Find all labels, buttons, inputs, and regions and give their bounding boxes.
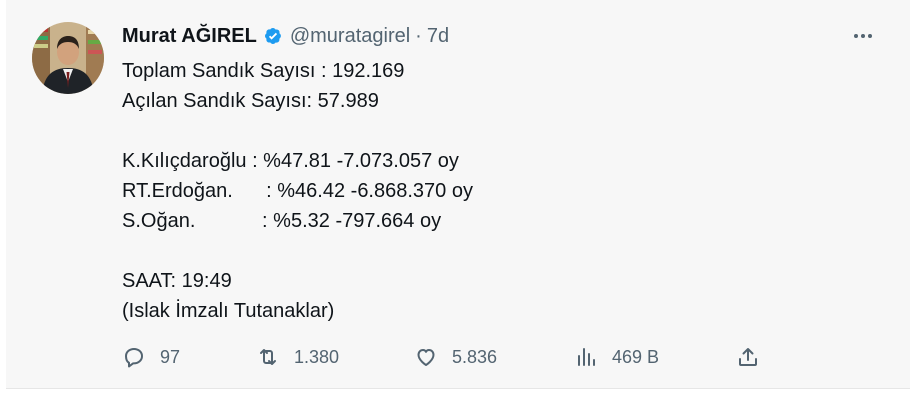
- retweet-count: 1.380: [294, 346, 340, 367]
- tweet-line: RT.Erdoğan. : %46.42 -6.868.370 oy: [122, 180, 473, 202]
- tweet-line: [122, 116, 473, 146]
- display-name[interactable]: Murat AĞIREL: [122, 25, 257, 48]
- header-separator: ·: [415, 24, 422, 47]
- tweet-line: Açılan Sandık Sayısı: 57.989: [122, 90, 379, 112]
- tweet-header: Murat AĞIREL @muratagirel · 7d: [122, 22, 449, 50]
- tweet-line: K.Kılıçdaroğlu : %47.81 -7.073.057 oy: [122, 150, 459, 172]
- tweet-text: Toplam Sandık Sayısı : 192.169 Açılan Sa…: [122, 56, 473, 326]
- tweet-line: [122, 236, 473, 266]
- more-horizontal-icon[interactable]: [848, 22, 878, 50]
- views-count: 469 B: [612, 346, 660, 367]
- share-icon: [739, 348, 757, 366]
- tweet-card[interactable]: Murat AĞIREL @muratagirel · 7d Toplam Sa…: [6, 0, 910, 389]
- timestamp[interactable]: 7d: [427, 25, 449, 48]
- tweet-line: S.Oğan. : %5.32 -797.664 oy: [122, 210, 442, 232]
- retweet-button[interactable]: 1.380: [256, 340, 339, 374]
- views-button[interactable]: 469 B: [574, 340, 659, 374]
- tweet-line: Toplam Sandık Sayısı : 192.169: [122, 60, 405, 82]
- tweet-line: SAAT: 19:49: [122, 270, 232, 292]
- verified-badge-icon[interactable]: [262, 25, 284, 47]
- tweet-line: (Islak İmzalı Tutanaklar): [122, 300, 335, 322]
- heart-icon: [417, 349, 435, 366]
- avatar[interactable]: [32, 22, 104, 94]
- reply-icon: [125, 348, 143, 368]
- avatar-image: [32, 22, 104, 94]
- tweet-actions: 97 1.380 5.836 469 B: [122, 340, 772, 374]
- reply-count: 97: [160, 346, 181, 367]
- views-chart-icon: [578, 348, 595, 366]
- share-button[interactable]: [736, 340, 760, 374]
- like-button[interactable]: 5.836: [414, 340, 497, 374]
- retweet-icon: [260, 349, 276, 365]
- reply-button[interactable]: 97: [122, 340, 180, 374]
- user-handle[interactable]: @muratagirel: [290, 25, 410, 48]
- like-count: 5.836: [452, 346, 498, 367]
